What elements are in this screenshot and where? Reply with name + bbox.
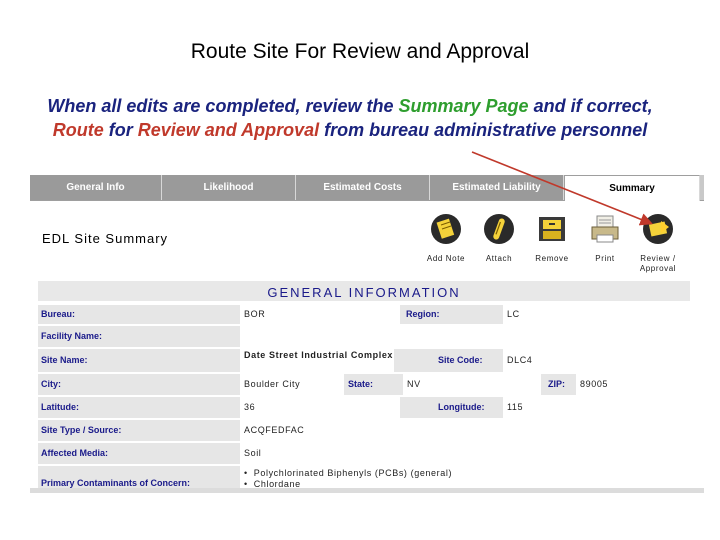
- tab-bar: General Info Likelihood Estimated Costs …: [30, 175, 704, 201]
- contaminant-item: Polychlorinated Biphenyls (PCBs) (genera…: [244, 468, 690, 479]
- row-bureau: Bureau: BOR Region: LC: [38, 305, 690, 324]
- site-name-label: Site Name:: [41, 355, 88, 365]
- tab-estimated-costs[interactable]: Estimated Costs: [296, 175, 430, 200]
- contaminants-value: Polychlorinated Biphenyls (PCBs) (genera…: [240, 466, 690, 490]
- printer-icon: [591, 215, 619, 243]
- add-note-button[interactable]: Add Note: [422, 213, 470, 264]
- app-screenshot: General Info Likelihood Estimated Costs …: [30, 175, 704, 493]
- instruction-text: When all edits are completed, review the…: [30, 94, 670, 142]
- longitude-value: 115: [503, 397, 690, 418]
- slide-title: Route Site For Review and Approval: [190, 40, 530, 63]
- facility-name-value: [240, 326, 690, 347]
- affected-media-value: Soil: [240, 443, 690, 464]
- print-label: Print: [595, 254, 615, 263]
- bureau-value: BOR: [240, 305, 400, 324]
- facility-name-label: Facility Name:: [41, 331, 103, 341]
- general-information-header: GENERAL INFORMATION: [38, 281, 690, 301]
- instruction-part-3: for: [103, 120, 138, 140]
- paperclip-icon: [484, 214, 514, 244]
- site-type-label: Site Type / Source:: [41, 425, 122, 435]
- zip-value: 89005: [576, 374, 690, 395]
- review-approval-button[interactable]: Review / Approval: [634, 213, 682, 274]
- region-label: Region:: [406, 309, 440, 319]
- attach-label: Attach: [485, 254, 513, 263]
- affected-media-label: Affected Media:: [41, 448, 109, 458]
- zip-label: ZIP:: [548, 379, 565, 389]
- site-name-value: Date Street Industrial Complex: [240, 349, 394, 372]
- latitude-value: 36: [240, 397, 400, 418]
- row-latitude: Latitude: 36 Longitude: 115: [38, 397, 690, 418]
- instruction-part-2: and if correct,: [528, 96, 653, 116]
- row-affected-media: Affected Media: Soil: [38, 443, 690, 464]
- instruction-part-1: When all edits are completed, review the: [47, 96, 399, 116]
- instruction-summary-page: Summary Page: [398, 96, 529, 116]
- bureau-label: Bureau:: [41, 309, 76, 319]
- state-value: NV: [403, 374, 541, 395]
- print-button[interactable]: Print: [581, 213, 629, 264]
- site-code-value: DLC4: [503, 349, 690, 372]
- site-code-label: Site Code:: [438, 355, 483, 365]
- page-title: EDL Site Summary: [42, 231, 169, 246]
- horizontal-scrollbar[interactable]: [30, 488, 704, 493]
- review-approval-icon: [643, 214, 673, 244]
- remove-button[interactable]: Remove: [528, 213, 576, 264]
- tab-general-info[interactable]: General Info: [30, 175, 162, 200]
- instruction-review-approval: Review and Approval: [137, 120, 320, 140]
- tab-summary[interactable]: Summary: [564, 175, 700, 201]
- city-value: Boulder City: [240, 374, 344, 395]
- row-site-name: Site Name: Date Street Industrial Comple…: [38, 349, 690, 372]
- notepad-icon: [431, 214, 461, 244]
- longitude-label: Longitude:: [438, 402, 485, 412]
- remove-label: Remove: [535, 254, 569, 263]
- site-type-value: ACQFEDFAC: [240, 420, 690, 441]
- add-note-label: Add Note: [426, 254, 466, 263]
- tab-estimated-liability[interactable]: Estimated Liability: [430, 175, 564, 200]
- row-contaminants: Primary Contaminants of Concern: Polychl…: [38, 466, 690, 490]
- tab-likelihood[interactable]: Likelihood: [162, 175, 296, 200]
- instruction-route: Route: [52, 120, 104, 140]
- latitude-label: Latitude:: [41, 402, 79, 412]
- city-label: City:: [41, 379, 61, 389]
- attach-button[interactable]: Attach: [475, 213, 523, 264]
- region-value: LC: [503, 305, 690, 324]
- row-site-type: Site Type / Source: ACQFEDFAC: [38, 420, 690, 441]
- instruction-part-4: from bureau administrative personnel: [319, 120, 648, 140]
- contaminants-list: Polychlorinated Biphenyls (PCBs) (genera…: [244, 468, 690, 490]
- state-label: State:: [348, 379, 374, 389]
- file-cabinet-icon: [539, 217, 565, 241]
- row-facility-name: Facility Name:: [38, 326, 690, 347]
- row-city: City: Boulder City State: NV ZIP: 89005: [38, 374, 690, 395]
- review-approval-label: Review / Approval: [639, 254, 677, 273]
